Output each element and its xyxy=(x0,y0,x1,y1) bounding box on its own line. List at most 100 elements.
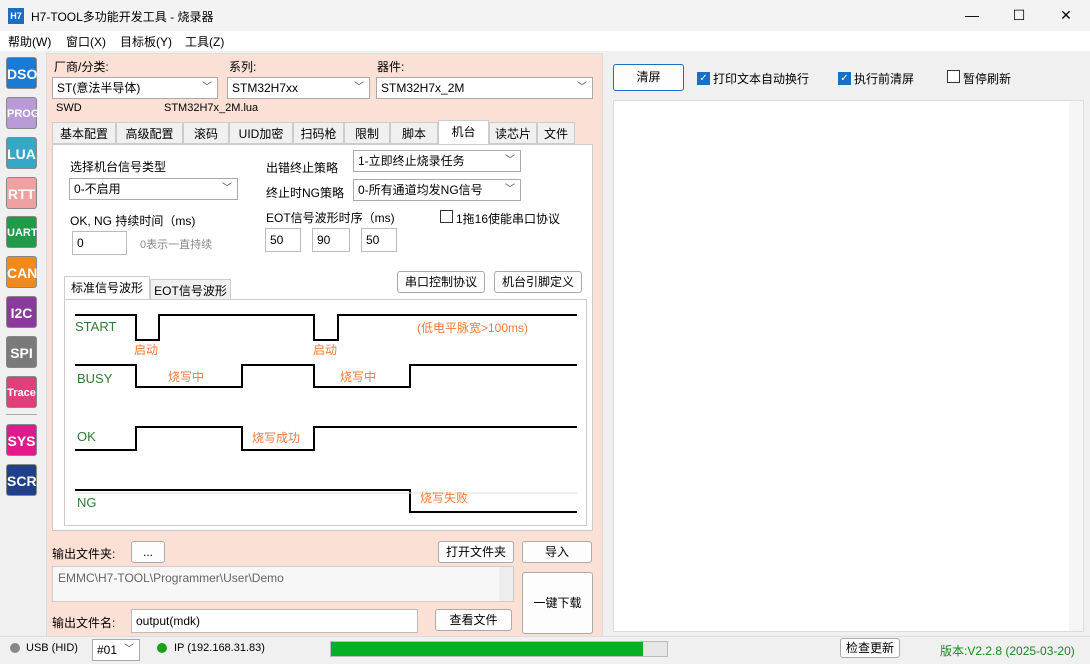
series-select[interactable]: STM32H7xx ﹀ xyxy=(227,77,370,99)
duration-label: OK, NG 持续时间（ms) xyxy=(70,214,196,228)
ok-annotation: 烧写成功 xyxy=(252,431,301,445)
clear-before-checkbox[interactable]: ✓ xyxy=(838,70,851,85)
tab-7[interactable]: 机台 xyxy=(438,120,489,144)
one-to-16-checkbox[interactable] xyxy=(440,210,453,226)
check-icon: ✓ xyxy=(697,72,710,85)
tab-2[interactable]: 滚码 xyxy=(183,122,229,144)
part-select[interactable]: STM32H7x_2M ﹀ xyxy=(376,77,593,99)
output-file-input[interactable]: output(mdk) xyxy=(131,609,418,633)
signal-type-select[interactable]: 0-不启用 ﹀ xyxy=(69,178,238,200)
busy-signal-label: BUSY xyxy=(77,371,113,386)
wrap-checkbox[interactable]: ✓ xyxy=(697,70,710,85)
output-path-text: EMMC\H7-TOOL\Programmer\User\Demo xyxy=(58,571,284,585)
ng-signal-label: NG xyxy=(77,495,97,510)
part-value: STM32H7x_2M xyxy=(381,81,465,95)
interface-text: SWD xyxy=(56,102,82,114)
eot-input-1[interactable]: 50 xyxy=(265,228,301,252)
output-path-box[interactable]: EMMC\H7-TOOL\Programmer\User\Demo xyxy=(52,566,514,602)
clear-screen-button[interactable]: 清屏 xyxy=(613,64,684,91)
output-folder-label: 输出文件夹: xyxy=(52,547,116,561)
tab-3[interactable]: UID加密 xyxy=(229,122,293,144)
part-label: 器件: xyxy=(377,60,405,74)
ng-policy-select[interactable]: 0-所有通道均发NG信号 ﹀ xyxy=(353,179,521,201)
menu-help[interactable]: 帮助(W) xyxy=(8,33,51,50)
sidebar-trace-button[interactable]: Trace xyxy=(6,376,37,408)
progress-fill xyxy=(331,642,644,656)
path-scrollbar[interactable] xyxy=(499,567,513,601)
minimize-button[interactable]: — xyxy=(949,0,995,31)
channel-select[interactable]: #01 ﹀ xyxy=(92,639,140,661)
chevron-down-icon: ﹀ xyxy=(124,644,134,655)
ip-status-icon xyxy=(157,643,167,653)
check-icon: ✓ xyxy=(838,72,851,85)
tab-eot-wave[interactable]: EOT信号波形 xyxy=(150,279,231,300)
ok-signal-label: OK xyxy=(77,429,96,444)
start-signal-label: START xyxy=(75,319,117,334)
sidebar-rtt-button[interactable]: RTT xyxy=(6,177,37,209)
busy-annotation-2: 烧写中 xyxy=(340,370,377,384)
progress-bar xyxy=(330,641,668,657)
pause-label: 暂停刷新 xyxy=(963,72,1012,86)
chevron-down-icon: ﹀ xyxy=(505,155,515,166)
clear-before-label: 执行前清屏 xyxy=(854,72,915,86)
check-update-button[interactable]: 检查更新 xyxy=(840,638,900,658)
pin-definition-button[interactable]: 机台引脚定义 xyxy=(494,271,582,293)
menu-window[interactable]: 窗口(X) xyxy=(66,33,106,50)
tab-9[interactable]: 文件 xyxy=(537,122,575,144)
view-file-button[interactable]: 查看文件 xyxy=(435,609,512,631)
eot-input-2[interactable]: 90 xyxy=(312,228,350,252)
sidebar-i2c-button[interactable]: I2C xyxy=(6,296,37,328)
start-annotation-2: 启动 xyxy=(313,343,338,357)
window-title: H7-TOOL多功能开发工具 - 烧录器 xyxy=(31,10,214,24)
pause-checkbox[interactable] xyxy=(947,70,960,86)
start-annotation-1: 启动 xyxy=(134,343,159,357)
chevron-down-icon: ﹀ xyxy=(202,82,212,93)
ng-policy-label: 终止时NG策略 xyxy=(266,186,345,200)
tab-standard-wave[interactable]: 标准信号波形 xyxy=(64,276,150,300)
pulse-note: (低电平脉宽>100ms) xyxy=(417,321,529,335)
maximize-button[interactable]: ☐ xyxy=(996,0,1042,31)
version-text: 版本:V2.2.8 (2025-03-20) xyxy=(940,644,1075,658)
sidebar-spi-button[interactable]: SPI xyxy=(6,336,37,368)
series-value: STM32H7xx xyxy=(232,81,299,95)
close-button[interactable]: ✕ xyxy=(1043,0,1089,31)
tab-8[interactable]: 读芯片 xyxy=(489,122,537,144)
browse-folder-button[interactable]: ... xyxy=(131,541,165,563)
ok-waveform xyxy=(75,426,577,451)
sidebar-lua-button[interactable]: LUA xyxy=(6,137,37,169)
sidebar-uart-button[interactable]: UART xyxy=(6,216,38,248)
sidebar-divider xyxy=(6,414,37,415)
checkbox-icon xyxy=(947,70,960,83)
sidebar-prog-button[interactable]: PROG xyxy=(6,97,39,129)
open-folder-button[interactable]: 打开文件夹 xyxy=(438,541,514,563)
import-button[interactable]: 导入 xyxy=(522,541,592,563)
sidebar-sys-button[interactable]: SYS xyxy=(6,424,37,456)
menu-tools[interactable]: 工具(Z) xyxy=(185,33,224,50)
sidebar-can-button[interactable]: CAN xyxy=(6,256,37,288)
one-click-download-button[interactable]: 一键下载 xyxy=(522,572,593,634)
tab-0[interactable]: 基本配置 xyxy=(52,122,116,144)
menu-target-board[interactable]: 目标板(Y) xyxy=(120,33,172,50)
sidebar-scr-button[interactable]: SCR xyxy=(6,464,37,496)
signal-type-value: 0-不启用 xyxy=(74,182,121,196)
error-policy-select[interactable]: 1-立即终止烧录任务 ﹀ xyxy=(353,150,521,172)
duration-input[interactable]: 0 xyxy=(72,231,127,255)
ng-policy-value: 0-所有通道均发NG信号 xyxy=(358,183,483,197)
tab-5[interactable]: 限制 xyxy=(344,122,390,144)
console-output[interactable] xyxy=(613,100,1084,632)
signal-type-label: 选择机台信号类型 xyxy=(70,160,167,174)
eot-input-3[interactable]: 50 xyxy=(361,228,397,252)
vendor-select[interactable]: ST(意法半导体) ﹀ xyxy=(52,77,218,99)
tab-4[interactable]: 扫码枪 xyxy=(293,122,344,144)
error-policy-label: 出错终止策略 xyxy=(266,161,339,175)
duration-hint: 0表示一直持续 xyxy=(140,239,213,251)
wrap-label: 打印文本自动换行 xyxy=(713,72,810,86)
chevron-down-icon: ﹀ xyxy=(222,183,232,194)
busy-annotation-1: 烧写中 xyxy=(168,370,205,384)
tab-1[interactable]: 高级配置 xyxy=(116,122,183,144)
tab-6[interactable]: 脚本 xyxy=(390,122,438,144)
series-label: 系列: xyxy=(229,60,257,74)
sidebar-dso-button[interactable]: DSO xyxy=(6,57,37,89)
serial-protocol-button[interactable]: 串口控制协议 xyxy=(397,271,485,293)
console-scrollbar[interactable] xyxy=(1069,101,1083,631)
